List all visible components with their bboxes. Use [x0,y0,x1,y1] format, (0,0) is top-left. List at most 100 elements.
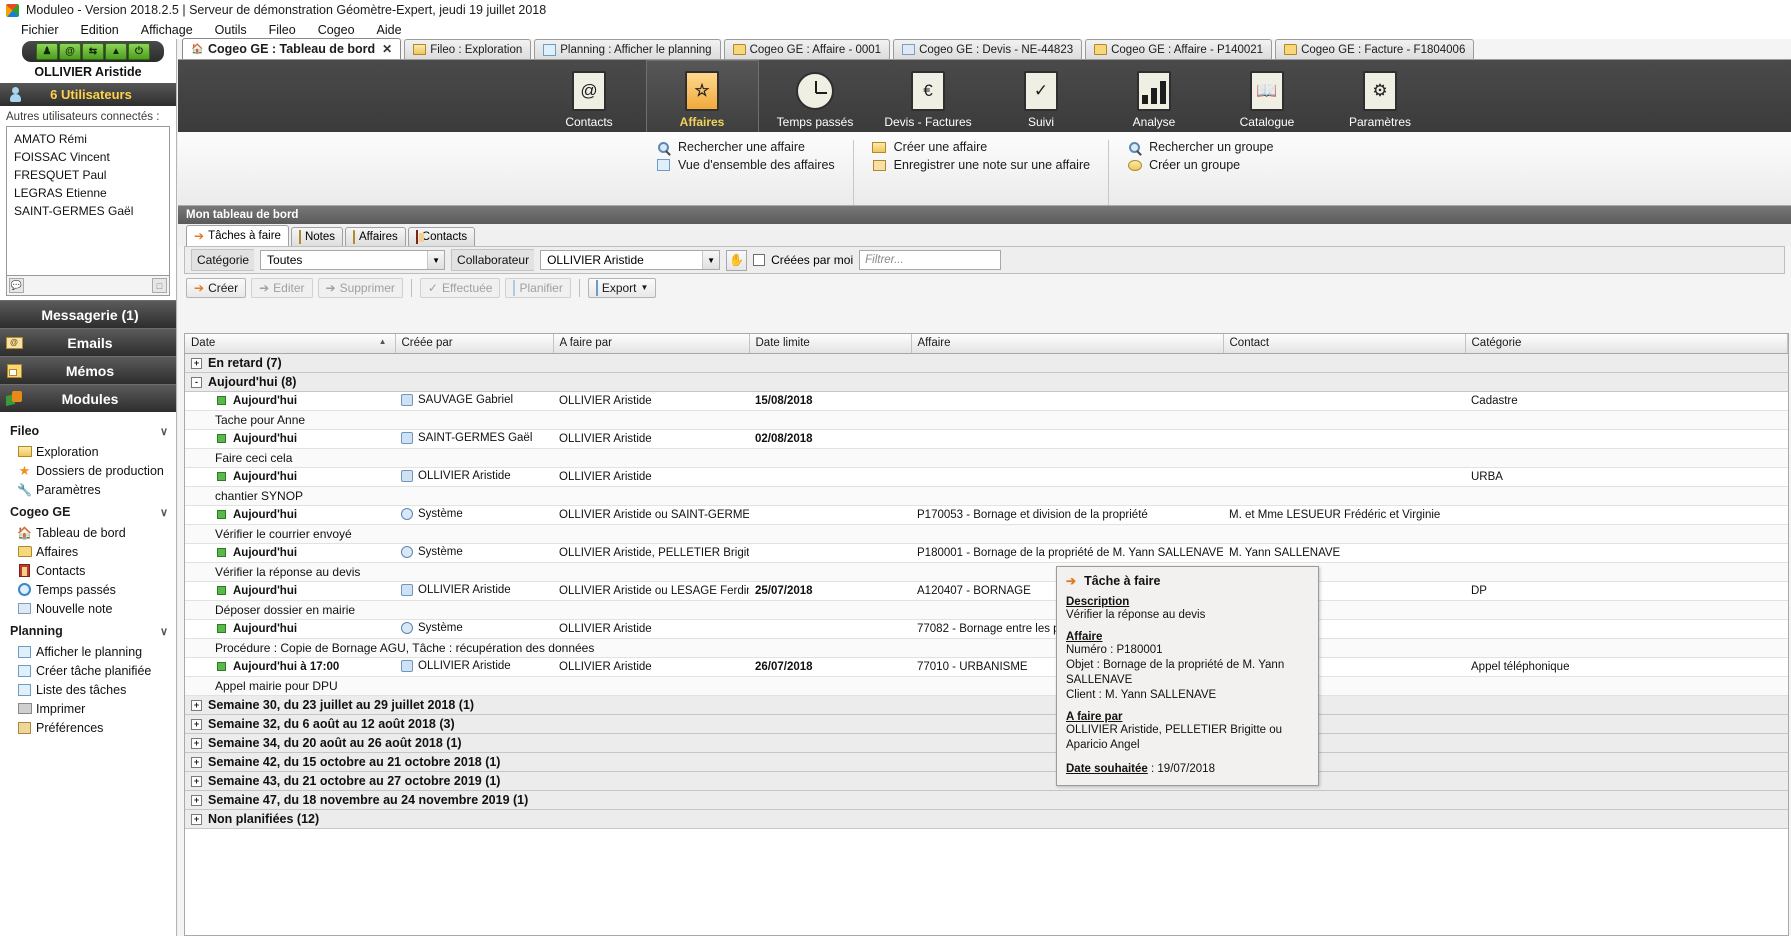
switch-icon[interactable]: ⇆ [82,43,104,60]
sidebar-item-fileo-parametres[interactable]: 🔧 Paramètres [0,480,176,499]
tree-group-cogeo-ge[interactable]: Cogeo GE ∨ [0,499,176,523]
ribbon-affaires[interactable]: ☆ Affaires [645,60,759,132]
menu-outils[interactable]: Outils [204,23,258,37]
tree-group-planning[interactable]: Planning ∨ [0,618,176,642]
chevron-down-icon[interactable]: ▼ [427,251,445,269]
ribbon-analyse[interactable]: Analyse [1098,60,1211,132]
table-row[interactable]: Aujourd'hui SAINT-GERMES Gaël OLLIVIER A… [185,429,1788,449]
tab-taches-a-faire[interactable]: ➔ Tâches à faire [186,225,289,246]
expander-icon[interactable]: + [191,813,202,825]
nav-messagerie[interactable]: Messagerie (1) [0,300,176,328]
hand-icon[interactable]: ✋ [726,249,748,271]
menu-aide[interactable]: Aide [366,23,413,37]
tab-affaire-p140021[interactable]: Cogeo GE : Affaire - P140021 [1085,39,1273,59]
col-categorie[interactable]: Catégorie [1465,334,1788,354]
expander-icon[interactable]: + [191,775,202,787]
table-subrow[interactable]: chantier SYNOP [185,486,1788,506]
ribbon-contacts[interactable]: @ Contacts [533,60,646,132]
effectuee-button[interactable]: ✓ Effectuée [419,277,501,298]
table-subrow[interactable]: Déposer dossier en mairie [185,600,1788,620]
chevron-down-icon[interactable]: ▼ [702,251,720,269]
tab-devis-ne-44823[interactable]: Cogeo GE : Devis - NE-44823 [893,39,1083,59]
chevron-down-icon[interactable]: ∨ [160,506,168,519]
map-icon[interactable]: ▲ [105,43,127,60]
chat-icon[interactable]: 💬 [9,278,24,293]
link-enregistrer-note-affaire[interactable]: Enregistrer une note sur une affaire [872,158,1090,172]
chevron-down-icon[interactable]: ▼ [641,283,649,292]
categorie-select[interactable]: Toutes ▼ [260,250,446,270]
close-icon[interactable]: ✕ [382,42,392,56]
list-item[interactable]: LEGRAS Etienne [7,184,169,202]
sidebar-item-liste-des-taches[interactable]: Liste des tâches [0,680,176,699]
power-icon[interactable]: ⏻ [128,43,150,60]
tree-group-fileo[interactable]: Fileo ∨ [0,418,176,442]
sidebar-item-exploration[interactable]: Exploration [0,442,176,461]
sidebar-item-affaires[interactable]: Affaires [0,542,176,561]
menu-edition[interactable]: Edition [70,23,130,37]
expander-icon[interactable]: + [191,699,202,711]
creer-button[interactable]: ➔ Créer [186,277,247,298]
link-rechercher-un-groupe[interactable]: Rechercher un groupe [1127,140,1273,154]
table-group-row[interactable]: + Non planifiées (12) [185,809,1788,829]
expand-icon[interactable]: □ [152,278,167,293]
table-group-row[interactable]: + Semaine 43, du 21 octobre au 27 octobre… [185,771,1788,791]
nav-emails[interactable]: @ Emails [0,328,176,356]
supprimer-button[interactable]: ➔ Supprimer [317,277,403,298]
ribbon-parametres[interactable]: ⚙ Paramètres [1324,60,1437,132]
tab-facture-f1804006[interactable]: Cogeo GE : Facture - F1804006 [1275,39,1475,59]
expander-icon[interactable]: + [191,718,202,730]
table-row[interactable]: Aujourd'hui OLLIVIER Aristide OLLIVIER A… [185,467,1788,487]
sidebar-item-afficher-planning[interactable]: Afficher le planning [0,642,176,661]
table-subrow[interactable]: Vérifier la réponse au devis [185,562,1788,582]
link-rechercher-une-affaire[interactable]: Rechercher une affaire [656,140,835,154]
tab-affaires[interactable]: Affaires [344,227,406,246]
tasks-table-container[interactable]: Date ▲ Créée par A faire par Date limite … [184,333,1789,936]
col-affaire[interactable]: Affaire [911,334,1224,354]
table-group-row[interactable]: + Semaine 30, du 23 juillet au 29 juillet… [185,695,1788,715]
table-row[interactable]: Aujourd'hui Système OLLIVIER Aristide, P… [185,543,1788,563]
table-group-row[interactable]: + En retard (7) [185,353,1788,373]
user-icon[interactable]: ♟ [36,43,58,60]
col-creee-par[interactable]: Créée par [395,334,554,354]
table-row[interactable]: Aujourd'hui SAUVAGE Gabriel OLLIVIER Ari… [185,391,1788,411]
chevron-down-icon[interactable]: ∨ [160,425,168,438]
col-contact[interactable]: Contact [1223,334,1466,354]
chevron-down-icon[interactable]: ∨ [160,625,168,638]
sidebar-item-tableau-de-bord[interactable]: 🏠 Tableau de bord [0,523,176,542]
export-button[interactable]: Export ▼ [587,277,657,298]
expander-icon[interactable]: + [191,737,202,749]
expander-icon[interactable]: + [191,756,202,768]
table-group-row[interactable]: + Semaine 42, du 15 octobre au 21 octobre… [185,752,1788,772]
sidebar-item-nouvelle-note[interactable]: Nouvelle note [0,599,176,618]
table-row[interactable]: Aujourd'hui Système OLLIVIER Aristide ou… [185,505,1788,525]
ribbon-temps-passes[interactable]: Temps passés [759,60,872,132]
editer-button[interactable]: ➔ Editer [251,277,313,298]
list-item[interactable]: SAINT-GERMES Gaël [7,202,169,220]
col-a-faire-par[interactable]: A faire par [553,334,750,354]
connected-users-list[interactable]: AMATO Rémi FOISSAC Vincent FRESQUET Paul… [6,126,170,276]
link-creer-un-groupe[interactable]: Créer un groupe [1127,158,1273,172]
table-row[interactable]: Aujourd'hui OLLIVIER Aristide OLLIVIER A… [185,581,1788,601]
link-creer-une-affaire[interactable]: Créer une affaire [872,140,1090,154]
sidebar-item-preferences[interactable]: Préférences [0,718,176,737]
table-row[interactable]: Aujourd'hui à 17:00 OLLIVIER Aristide OL… [185,657,1788,677]
table-subrow[interactable]: Appel mairie pour DPU [185,676,1788,696]
menu-fileo[interactable]: Fileo [258,23,307,37]
table-group-row[interactable]: + Semaine 32, du 6 août au 12 août 2018 (… [185,714,1788,734]
list-item[interactable]: FOISSAC Vincent [7,148,169,166]
col-date-limite[interactable]: Date limite [749,334,912,354]
menu-fichier[interactable]: Fichier [10,23,70,37]
list-item[interactable]: AMATO Rémi [7,130,169,148]
tab-notes[interactable]: Notes [290,227,343,246]
table-group-row[interactable]: - Aujourd'hui (8) [185,372,1788,392]
tab-planning-afficher[interactable]: Planning : Afficher le planning [534,39,721,59]
expander-icon[interactable]: + [191,357,202,369]
nav-modules[interactable]: Modules [0,384,176,412]
table-row[interactable]: Aujourd'hui Système OLLIVIER Aristide 77… [185,619,1788,639]
planifier-button[interactable]: Planifier [505,277,571,298]
tab-fileo-exploration[interactable]: Fileo : Exploration [404,39,532,59]
table-group-row[interactable]: + Semaine 47, du 18 novembre au 24 novemb… [185,790,1788,810]
expander-icon[interactable]: + [191,794,202,806]
tab-contacts[interactable]: Contacts [407,227,476,246]
table-subrow[interactable]: Faire ceci cela [185,448,1788,468]
